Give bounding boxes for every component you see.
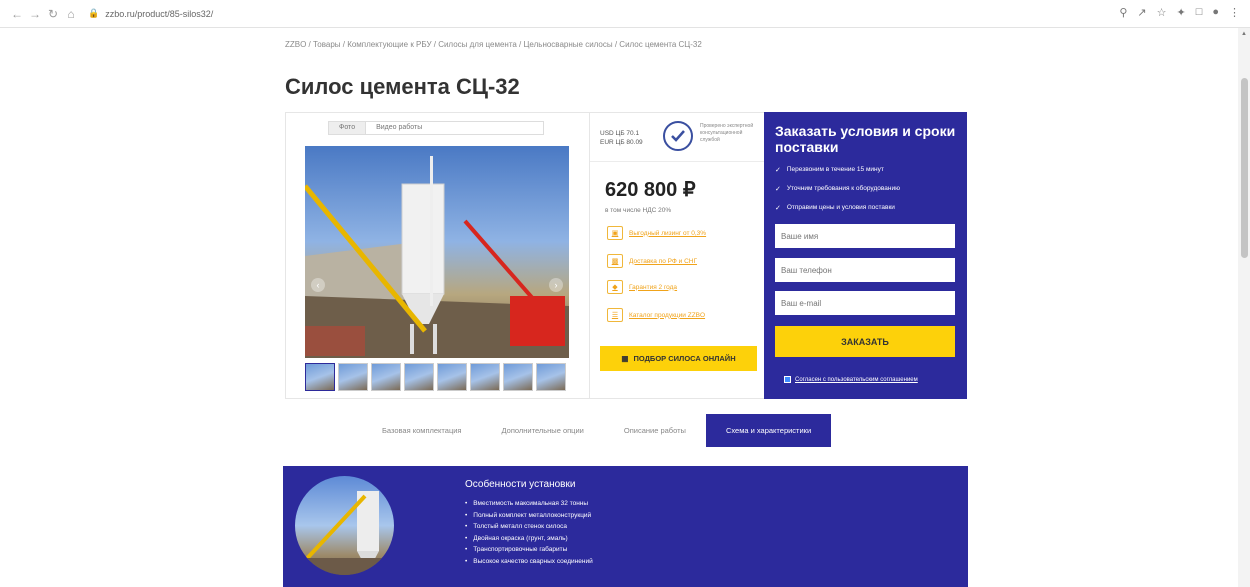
- prev-photo-icon[interactable]: ‹: [311, 278, 325, 292]
- document-icon: ▦: [621, 354, 629, 363]
- breadcrumb[interactable]: ZZBO / Товары / Комплектующие к РБУ / Си…: [285, 40, 702, 49]
- installation-photo: [295, 476, 394, 575]
- list-item: Толстый металл стенок силоса: [465, 523, 593, 530]
- url-text: zzbo.ru/product/85-silos32/: [105, 8, 214, 19]
- thumbnail[interactable]: [536, 363, 566, 391]
- catalog-icon: ☰: [607, 308, 623, 322]
- price-column: USD ЦБ 70.1 EUR ЦБ 80.09 Проверено экспе…: [589, 113, 766, 398]
- thumbnail[interactable]: [503, 363, 533, 391]
- agreement-checkbox-row[interactable]: Согласен с пользовательским соглашением: [784, 376, 918, 383]
- feature-warranty-link[interactable]: ◆ Гарантия 2 года: [607, 280, 677, 294]
- gallery-tab-photo[interactable]: Фото: [329, 122, 367, 134]
- list-item: Двойная окраска (грунт, эмаль): [465, 535, 593, 542]
- back-icon[interactable]: ←: [8, 5, 26, 23]
- thumbnail[interactable]: [338, 363, 368, 391]
- gallery-tab-video[interactable]: Видео работы: [366, 122, 432, 134]
- product-photo[interactable]: ‹ ›: [305, 146, 569, 358]
- eur-rate: EUR ЦБ 80.09: [600, 139, 643, 146]
- features-list: Вместимость максимальная 32 тонны Полный…: [465, 500, 593, 569]
- product-card: Фото Видео работы ‹ › USD ЦБ 70.1 EUR ЦБ…: [285, 112, 766, 399]
- thumbnail[interactable]: [371, 363, 401, 391]
- order-title: Заказать условия и сроки поставки: [775, 123, 956, 155]
- vat-note: в том числе НДС 20%: [605, 207, 672, 214]
- truck-icon: ▩: [607, 254, 623, 268]
- currency-rates: USD ЦБ 70.1 EUR ЦБ 80.09: [600, 129, 643, 147]
- order-form: Заказать условия и сроки поставки ✓ Перез…: [764, 112, 967, 399]
- thumbnail[interactable]: [437, 363, 467, 391]
- zoom-icon[interactable]: ⚲: [1119, 6, 1127, 19]
- order-benefits: ✓ Перезвоним в течение 15 минут ✓ Уточним …: [775, 166, 900, 223]
- list-item: ✓ Отправим цены и условия поставки: [775, 204, 895, 212]
- page-scrollbar[interactable]: ▲: [1238, 28, 1250, 587]
- badge-caption: Проверено экспертной консультационной сл…: [700, 123, 754, 143]
- scrollbar-thumb[interactable]: [1241, 78, 1248, 258]
- reload-icon[interactable]: ↻: [44, 5, 62, 23]
- agreement-checkbox[interactable]: [784, 376, 791, 383]
- tab-description[interactable]: Описание работы: [604, 414, 706, 447]
- installation-illustration: [295, 491, 394, 575]
- divider: [590, 161, 766, 162]
- agreement-link[interactable]: Согласен с пользовательским соглашением: [795, 377, 918, 383]
- feature-leasing-link[interactable]: ▣ Выгодный лизинг от 0,3%: [607, 226, 706, 240]
- thumbnail-strip: [305, 363, 566, 391]
- scroll-up-icon[interactable]: ▲: [1241, 31, 1247, 37]
- tab-base-config[interactable]: Базовая комплектация: [362, 414, 482, 447]
- home-icon[interactable]: ⌂: [62, 5, 80, 23]
- silo-illustration: [305, 156, 569, 358]
- verified-badge-icon: [663, 121, 693, 151]
- select-silo-online-button[interactable]: ▦ ПОДБОР СИЛОСА ОНЛАЙН: [600, 346, 757, 371]
- usd-rate: USD ЦБ 70.1: [600, 130, 640, 137]
- address-bar[interactable]: 🔒 zzbo.ru/product/85-silos32/: [88, 4, 213, 24]
- order-submit-button[interactable]: ЗАКАЗАТЬ: [775, 326, 955, 357]
- check-icon: ✓: [775, 167, 781, 174]
- list-item: ✓ Перезвоним в течение 15 минут: [775, 166, 884, 174]
- toolbar-actions: ⚲ ↗ ☆ ✦ □ ● ⋮: [1119, 6, 1240, 19]
- photo-gallery: Фото Видео работы ‹ ›: [286, 113, 589, 398]
- next-photo-icon[interactable]: ›: [549, 278, 563, 292]
- list-item: Вместимость максимальная 32 тонны: [465, 500, 593, 507]
- list-item: Транспортировочные габариты: [465, 546, 593, 553]
- name-field[interactable]: [775, 224, 955, 248]
- extensions-icon[interactable]: ✦: [1176, 6, 1185, 19]
- list-item: ✓ Уточним требования к оборудованию: [775, 185, 900, 193]
- share-icon[interactable]: ↗: [1137, 6, 1146, 19]
- menu-icon[interactable]: ⋮: [1229, 6, 1240, 19]
- check-icon: ✓: [775, 205, 781, 212]
- calendar-icon: ▣: [607, 226, 623, 240]
- list-item: Высокое качество сварных соединений: [465, 558, 592, 565]
- tab-icon[interactable]: □: [1196, 6, 1203, 19]
- tab-extra-options[interactable]: Дополнительные опции: [482, 414, 604, 447]
- feature-catalog-link[interactable]: ☰ Каталог продукции ZZBO: [607, 308, 705, 322]
- phone-field[interactable]: [775, 258, 955, 282]
- bookmark-icon[interactable]: ☆: [1157, 6, 1167, 19]
- thumbnail[interactable]: [305, 363, 335, 391]
- browser-toolbar: ← → ↻ ⌂ 🔒 zzbo.ru/product/85-silos32/ ⚲ …: [0, 0, 1250, 28]
- product-price: 620 800 ₽: [605, 179, 696, 201]
- email-field[interactable]: [775, 291, 955, 315]
- feature-delivery-link[interactable]: ▩ Доставка по РФ и СНГ: [607, 254, 697, 268]
- thumbnail[interactable]: [404, 363, 434, 391]
- features-banner: Особенности установки Вместимость максим…: [283, 466, 968, 587]
- page-title: Силос цемента СЦ-32: [285, 74, 520, 99]
- banner-title: Особенности установки: [465, 479, 576, 490]
- list-item: Полный комплект металлоконструкций: [465, 512, 593, 519]
- shield-icon: ◆: [607, 280, 623, 294]
- profile-icon[interactable]: ●: [1212, 6, 1219, 19]
- forward-icon[interactable]: →: [26, 5, 44, 23]
- thumbnail[interactable]: [470, 363, 500, 391]
- gallery-tabs: Фото Видео работы: [328, 121, 544, 135]
- tab-specs[interactable]: Схема и характеристики: [705, 414, 832, 447]
- lock-icon: 🔒: [88, 8, 100, 18]
- product-tabs: Базовая комплектация Дополнительные опци…: [362, 414, 832, 447]
- check-icon: ✓: [775, 186, 781, 193]
